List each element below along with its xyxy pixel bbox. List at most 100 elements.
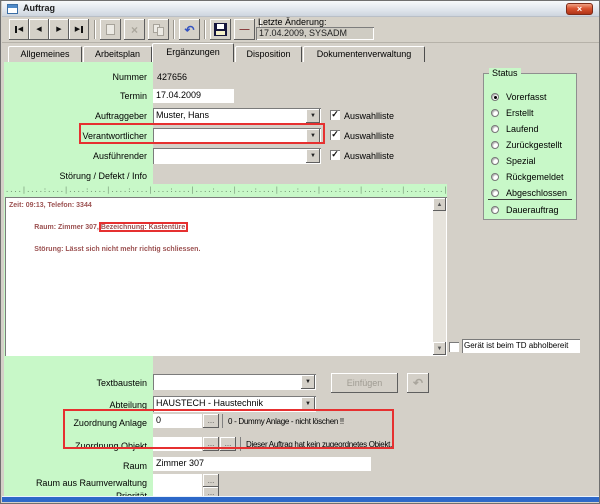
toolbar: ◀ ◀ ▶ ▶ × ↶ — Letzte Änderung: 17.04.200…	[2, 17, 599, 43]
nummer-label: Nummer	[112, 72, 147, 82]
radio-icon	[491, 173, 499, 181]
copy-icon	[153, 24, 165, 36]
auswahlliste-label-1: Auswahlliste	[344, 111, 394, 121]
scroll-up-icon[interactable]: ▲	[433, 198, 446, 211]
raum-aus-raumverwaltung-label: Raum aus Raumverwaltung	[36, 478, 147, 488]
copy-record-button[interactable]	[148, 19, 169, 40]
divider	[222, 414, 223, 428]
remove-button[interactable]: —	[234, 19, 255, 40]
toolbar-separator	[173, 20, 175, 39]
undo-text-button[interactable]: ↶	[407, 373, 429, 393]
delete-icon: ×	[131, 24, 138, 36]
radio-icon	[491, 206, 499, 214]
radio-icon	[491, 157, 499, 165]
geraet-abholbereit-label: Gerät ist beim TD abholbereit	[462, 339, 580, 353]
tab-arbeitsplan[interactable]: Arbeitsplan	[83, 46, 152, 62]
stoerung-label: Störung / Defekt / Info	[59, 171, 147, 181]
radio-laufend[interactable]: Laufend	[484, 124, 576, 136]
status-group-title: Status	[489, 68, 521, 78]
chevron-down-icon[interactable]: ▼	[306, 109, 320, 123]
einfuegen-button[interactable]: Einfügen	[331, 373, 398, 393]
raumverwaltung-browse-button[interactable]: ...	[203, 474, 219, 487]
ausfuehrender-combobox[interactable]: ▼	[153, 148, 321, 164]
auswahlliste-checkbox-2[interactable]: ✓	[330, 130, 340, 140]
radio-icon	[491, 125, 499, 133]
next-record-icon: ▶	[56, 26, 61, 33]
save-disk-icon	[214, 23, 227, 36]
highlighted-bezeichnung: Bezeichnung: Kastentüre	[101, 224, 185, 231]
first-record-button[interactable]: ◀	[9, 19, 29, 40]
vertical-scrollbar[interactable]: ▲ ▼	[433, 198, 446, 355]
objekt-browse-button-1[interactable]: ...	[203, 437, 219, 451]
nummer-value: 427656	[157, 72, 187, 82]
auswahlliste-label-3: Auswahlliste	[344, 151, 394, 161]
stoerung-textarea[interactable]: Zeit: 09:13, Telefon: 3344 Raum: Zimmer …	[5, 197, 447, 356]
textbaustein-label: Textbaustein	[96, 378, 147, 388]
undo-icon: ↶	[413, 377, 423, 389]
chevron-down-icon[interactable]: ▼	[301, 375, 315, 389]
undo-icon: ↶	[184, 24, 194, 36]
geraet-abholbereit-checkbox[interactable]	[449, 342, 459, 352]
new-record-button[interactable]	[100, 19, 121, 40]
objekt-browse-button-2[interactable]: ...	[220, 437, 236, 451]
scroll-down-icon[interactable]: ▼	[433, 342, 446, 355]
radio-selected-icon	[491, 93, 499, 101]
chevron-down-icon[interactable]: ▼	[306, 149, 320, 163]
chevron-down-icon[interactable]: ▼	[301, 397, 315, 411]
radio-zurueckgestellt[interactable]: Zurückgestellt	[484, 140, 576, 152]
tab-disposition[interactable]: Disposition	[235, 46, 302, 62]
tab-dokumentenverwaltung[interactable]: Dokumentenverwaltung	[303, 46, 425, 62]
new-document-icon	[106, 24, 115, 35]
ellipsis-icon: ...	[208, 417, 215, 425]
auswahlliste-label-2: Auswahlliste	[344, 131, 394, 141]
radio-spezial[interactable]: Spezial	[484, 156, 576, 168]
previous-record-icon: ◀	[36, 26, 41, 33]
delete-record-button[interactable]: ×	[124, 19, 145, 40]
objekt-note: Dieser Auftrag hat kein zugeordnetes Obj…	[246, 440, 392, 449]
abteilung-label: Abteilung	[109, 400, 147, 410]
chevron-down-icon[interactable]: ▼	[306, 129, 320, 143]
raum-input[interactable]: Zimmer 307	[153, 457, 371, 471]
text-ruler: ....|....:....|....:....|....:....|....:…	[5, 184, 447, 197]
next-record-button[interactable]: ▶	[49, 19, 69, 40]
tab-strip: Allgemeines Arbeitsplan Ergänzungen Disp…	[2, 43, 599, 62]
termin-input[interactable]: 17.04.2009	[153, 89, 234, 103]
status-groupbox: Status Vorerfasst Erstellt Laufend Zurüc…	[483, 73, 577, 220]
verantwortlicher-combobox[interactable]: ▼	[153, 128, 321, 144]
last-record-button[interactable]: ▶	[69, 19, 89, 40]
close-button[interactable]: ×	[566, 3, 593, 15]
zuordnung-anlage-input[interactable]: 0	[153, 414, 202, 428]
undo-button[interactable]: ↶	[179, 19, 200, 40]
zuordnung-objekt-input[interactable]	[153, 437, 202, 451]
last-record-icon	[81, 26, 83, 33]
radio-icon	[491, 189, 499, 197]
divider	[240, 437, 241, 451]
last-change-value: 17.04.2009, SYSADM	[256, 27, 374, 40]
title-bar: Auftrag ×	[2, 1, 599, 17]
radio-dauerauftrag[interactable]: Dauerauftrag	[484, 205, 576, 217]
previous-record-button[interactable]: ◀	[29, 19, 49, 40]
radio-vorerfasst[interactable]: Vorerfasst	[484, 92, 576, 104]
raumverwaltung-input[interactable]	[153, 474, 202, 487]
window-title: Auftrag	[23, 3, 55, 13]
auftraggeber-combobox[interactable]: Muster, Hans ▼	[153, 108, 321, 124]
textbaustein-combobox[interactable]: ▼	[153, 374, 316, 390]
radio-erstellt[interactable]: Erstellt	[484, 108, 576, 120]
anlage-browse-button[interactable]: ...	[203, 414, 219, 428]
radio-icon	[491, 141, 499, 149]
termin-label: Termin	[120, 91, 147, 101]
auswahlliste-checkbox-1[interactable]: ✓	[330, 110, 340, 120]
radio-rueckgemeldet[interactable]: Rückgemeldet	[484, 172, 576, 184]
auftraggeber-label: Auftraggeber	[95, 111, 147, 121]
auswahlliste-checkbox-3[interactable]: ✓	[330, 150, 340, 160]
status-separator	[488, 199, 572, 200]
tab-ergaenzungen[interactable]: Ergänzungen	[152, 43, 234, 62]
window-bottom-border	[2, 497, 600, 502]
abteilung-combobox[interactable]: HAUSTECH - Haustechnik ▼	[153, 396, 316, 412]
save-button[interactable]	[210, 19, 231, 40]
last-change-label: Letzte Änderung:	[258, 17, 327, 27]
raum-label: Raum	[123, 461, 147, 471]
tab-allgemeines[interactable]: Allgemeines	[8, 46, 82, 62]
first-record-icon	[15, 26, 17, 33]
auftrag-window: Auftrag × ◀ ◀ ▶ ▶ × ↶ — Letzte Änderung:…	[0, 0, 600, 504]
